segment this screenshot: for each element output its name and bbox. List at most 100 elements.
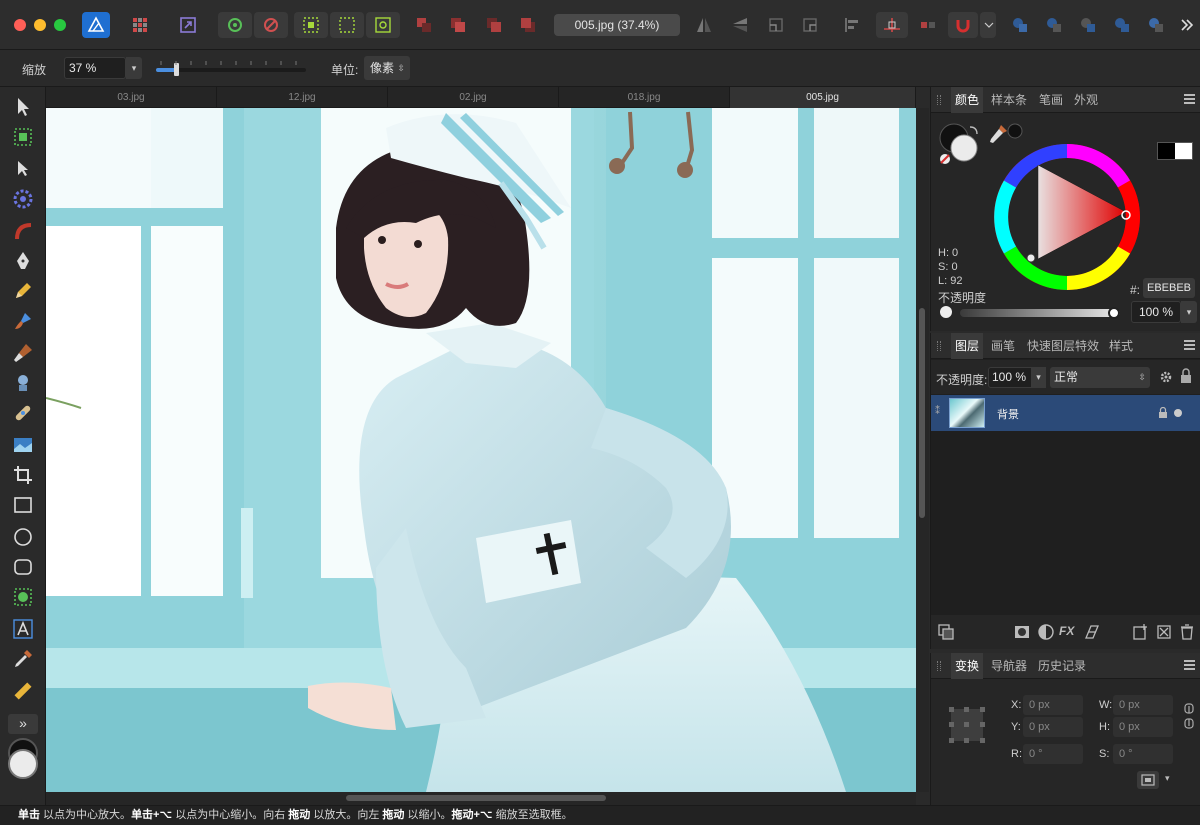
hex-input[interactable]: EBEBEB xyxy=(1143,278,1195,298)
align-left-icon[interactable] xyxy=(838,12,866,38)
tab-02-jpg[interactable]: 02.jpg xyxy=(388,87,559,108)
refine-selection-icon[interactable] xyxy=(444,12,472,38)
more-tools-chevron-icon[interactable]: » xyxy=(8,714,38,734)
layer-lock-icon[interactable] xyxy=(1158,407,1168,419)
canvas-horizontal-scrollbar[interactable] xyxy=(46,792,916,805)
unit-select[interactable]: 像素 ⇳ xyxy=(364,56,410,80)
ellipse-tool-icon[interactable] xyxy=(11,525,35,549)
boolean-add-icon[interactable] xyxy=(1006,12,1034,38)
tab-03-jpg[interactable]: 03.jpg xyxy=(46,87,217,108)
node-tool-icon[interactable] xyxy=(11,157,35,181)
x-field[interactable]: 0 px xyxy=(1023,695,1083,715)
tab-navigator[interactable]: 导航器 xyxy=(987,653,1031,679)
layer-arrange-icon[interactable] xyxy=(937,623,955,641)
flip-horizontal-icon[interactable] xyxy=(690,12,718,38)
rectangle-tool-icon[interactable] xyxy=(11,493,35,517)
height-field[interactable]: 0 px xyxy=(1113,717,1173,737)
place-image-tool-icon[interactable] xyxy=(11,433,35,457)
canvas-vertical-scrollbar[interactable] xyxy=(916,108,929,792)
horizontal-scroll-thumb[interactable] xyxy=(346,795,606,801)
boolean-intersect-icon[interactable] xyxy=(1074,12,1102,38)
color-marker[interactable] xyxy=(1026,253,1036,263)
pen-tool-icon[interactable] xyxy=(11,249,35,273)
paint-brush-tool-icon[interactable] xyxy=(11,309,35,333)
invert-selection-icon[interactable] xyxy=(366,12,400,38)
toolbar-overflow-chevron-icon[interactable] xyxy=(1176,12,1198,38)
color-replacement-tool-icon[interactable] xyxy=(11,341,35,365)
blend-mode-select[interactable]: 正常 ⇳ xyxy=(1050,367,1150,388)
opacity-slider-handle[interactable] xyxy=(1108,307,1120,319)
adjustment-layer-icon[interactable] xyxy=(1037,623,1055,641)
link-aspect-icon[interactable] xyxy=(1183,703,1195,729)
zoom-chevron-down-icon[interactable]: ▾ xyxy=(126,57,142,79)
layer-row-background[interactable]: ⁑ 背景 xyxy=(931,395,1200,431)
tab-018-jpg[interactable]: 018.jpg xyxy=(559,87,730,108)
opacity-slider[interactable] xyxy=(960,307,1120,319)
boolean-xor-icon[interactable] xyxy=(1108,12,1136,38)
move-forward-icon[interactable] xyxy=(480,12,508,38)
secondary-color-well[interactable] xyxy=(8,749,38,779)
healing-tool-icon[interactable] xyxy=(11,401,35,425)
tab-styles[interactable]: 样式 xyxy=(1105,333,1137,359)
y-field[interactable]: 0 px xyxy=(1023,717,1083,737)
tab-quick-fx[interactable]: 快速图层特效 xyxy=(1023,333,1103,359)
photo-persona-icon[interactable] xyxy=(82,12,110,38)
live-filter-icon[interactable] xyxy=(1083,623,1101,641)
document-canvas[interactable] xyxy=(46,108,916,792)
minimize-window-button[interactable] xyxy=(34,19,46,31)
deselect-icon[interactable] xyxy=(330,12,364,38)
tab-stroke[interactable]: 笔画 xyxy=(1035,87,1067,113)
snapping-dropdown-chevron-down-icon[interactable] xyxy=(980,12,996,38)
tab-12-jpg[interactable]: 12.jpg xyxy=(217,87,388,108)
opacity-chevron-down-icon[interactable]: ▾ xyxy=(1181,301,1197,323)
gradient-tool-icon[interactable] xyxy=(11,219,35,243)
measure-tool-icon[interactable] xyxy=(11,679,35,703)
clone-tool-icon[interactable] xyxy=(11,371,35,395)
fx-icon[interactable]: FX xyxy=(1059,624,1074,638)
rotate-right-icon[interactable] xyxy=(796,12,824,38)
transform-options-button[interactable] xyxy=(1137,771,1159,789)
gear-icon[interactable] xyxy=(1158,369,1174,385)
crop-tool-icon[interactable] xyxy=(11,463,35,487)
rotation-field[interactable]: 0 ° xyxy=(1023,744,1083,764)
auto-contrast-icon[interactable] xyxy=(254,12,288,38)
move-back-icon[interactable] xyxy=(514,12,542,38)
close-window-button[interactable] xyxy=(14,19,26,31)
layers-panel-menu-icon[interactable] xyxy=(1184,340,1195,350)
snapping-grid-icon[interactable] xyxy=(876,12,908,38)
transform-options-chevron-down-icon[interactable]: ▾ xyxy=(1165,773,1170,784)
zoom-window-button[interactable] xyxy=(54,19,66,31)
export-persona-icon[interactable] xyxy=(174,12,202,38)
tab-appearance[interactable]: 外观 xyxy=(1070,87,1102,113)
tab-brushes[interactable]: 画笔 xyxy=(987,333,1019,359)
boolean-subtract-icon[interactable] xyxy=(1040,12,1068,38)
flip-vertical-icon[interactable] xyxy=(726,12,754,38)
anchor-selector-icon[interactable] xyxy=(947,705,987,745)
artistic-text-tool-icon[interactable] xyxy=(11,617,35,641)
vertical-scroll-thumb[interactable] xyxy=(919,308,925,518)
tab-history[interactable]: 历史记录 xyxy=(1034,653,1090,679)
zoom-slider[interactable] xyxy=(156,61,306,76)
tab-005-jpg[interactable]: 005.jpg xyxy=(730,87,916,108)
trash-icon[interactable] xyxy=(1178,623,1196,641)
rotate-left-icon[interactable] xyxy=(762,12,790,38)
flood-select-tool-icon[interactable] xyxy=(11,585,35,609)
lock-icon[interactable] xyxy=(1180,368,1192,384)
color-picker-tool-icon[interactable] xyxy=(11,647,35,671)
panel-grip-icon[interactable] xyxy=(937,341,941,351)
auto-levels-icon[interactable] xyxy=(218,12,252,38)
quick-mask-icon[interactable] xyxy=(410,12,438,38)
opacity-input[interactable]: 100 % xyxy=(1131,301,1181,323)
liquify-persona-icon[interactable] xyxy=(126,12,154,38)
red-eye-tool-icon[interactable] xyxy=(11,187,35,211)
shear-field[interactable]: 0 ° xyxy=(1113,744,1173,764)
transform-panel-menu-icon[interactable] xyxy=(1184,660,1195,670)
black-white-swatch[interactable] xyxy=(1157,142,1193,160)
layer-visibility-icon[interactable] xyxy=(1174,409,1182,417)
tab-swatches[interactable]: 样本条 xyxy=(987,87,1031,113)
layer-opacity-chevron-down-icon[interactable]: ▾ xyxy=(1031,367,1046,388)
layer-expand-icon[interactable]: ⁑ xyxy=(935,406,940,417)
color-wheel[interactable] xyxy=(987,137,1147,297)
add-layer-icon[interactable] xyxy=(1131,623,1149,641)
panel-grip-icon[interactable] xyxy=(937,661,941,671)
